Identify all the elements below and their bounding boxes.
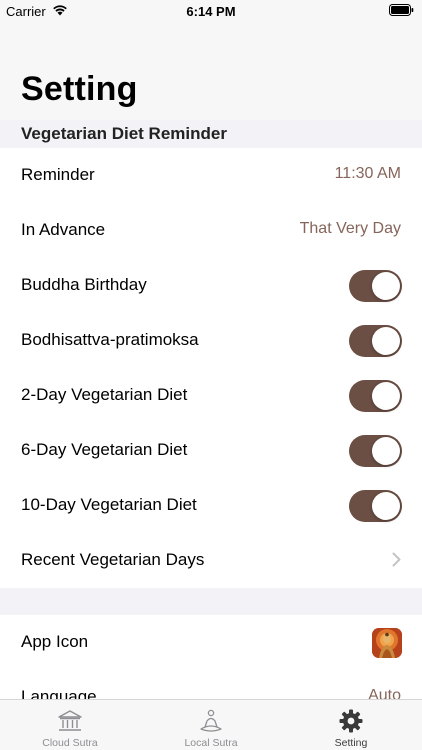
section-header: Vegetarian Diet Reminder [0,120,422,148]
meditation-icon [200,709,222,732]
bodhisattva-label: Bodhisattva-pratimoksa [21,330,199,349]
in-advance-row[interactable]: In Advance That Very Day [0,203,422,258]
tab-local-sutra-label: Local Sutra [184,737,238,749]
language-value: Auto [368,687,401,699]
six-day-diet-row: 6-Day Vegetarian Diet [0,423,422,478]
six-day-diet-toggle[interactable] [349,435,402,467]
language-row[interactable]: Language Auto [0,670,422,699]
tab-setting-label: Setting [334,737,368,749]
clock-label: 6:14 PM [186,4,236,19]
tab-bar: Cloud Sutra Local Sutra Setting [0,699,422,750]
tab-local-sutra[interactable]: Local Sutra [141,700,281,750]
chevron-right-icon [392,552,401,567]
app-icon-label: App Icon [21,632,89,651]
two-day-diet-row: 2-Day Vegetarian Diet [0,368,422,423]
reminder-group: Reminder 11:30 AM In Advance That Very D… [0,148,422,588]
toggle-knob [372,492,400,520]
reminder-row[interactable]: Reminder 11:30 AM [0,148,422,203]
two-day-diet-toggle[interactable] [349,380,402,412]
reminder-label: Reminder [21,165,95,184]
buddha-birthday-row: Buddha Birthday [0,258,422,313]
bodhisattva-toggle[interactable] [349,325,402,357]
two-day-diet-label: 2-Day Vegetarian Diet [21,385,188,404]
navigation-bar: Setting [0,22,422,120]
tab-setting[interactable]: Setting [281,700,421,750]
in-advance-value: That Very Day [299,220,401,237]
battery-icon [389,4,414,16]
bodhisattva-row: Bodhisattva-pratimoksa [0,313,422,368]
recent-vegetarian-days-row[interactable]: Recent Vegetarian Days [0,533,422,588]
buddha-birthday-label: Buddha Birthday [21,275,147,294]
in-advance-label: In Advance [21,220,106,239]
toggle-knob [372,272,400,300]
section-header-label: Vegetarian Diet Reminder [21,124,227,143]
toggle-knob [372,327,400,355]
buddha-app-icon [372,628,402,658]
gear-icon [339,709,363,733]
app-group: App Icon Language Auto [0,615,422,699]
ten-day-diet-label: 10-Day Vegetarian Diet [21,495,197,514]
reminder-time-value: 11:30 AM [334,165,401,182]
six-day-diet-label: 6-Day Vegetarian Diet [21,440,188,459]
ten-day-diet-row: 10-Day Vegetarian Diet [0,478,422,533]
buddha-birthday-toggle[interactable] [349,270,402,302]
page-title: Setting [21,70,138,108]
toggle-knob [372,437,400,465]
status-bar: Carrier 6:14 PM [0,0,422,22]
recent-vegetarian-days-label: Recent Vegetarian Days [21,550,205,569]
app-icon-row[interactable]: App Icon [0,615,422,670]
ten-day-diet-toggle[interactable] [349,490,402,522]
language-label: Language [21,687,97,699]
temple-icon [58,710,82,731]
toggle-knob [372,382,400,410]
tab-cloud-sutra[interactable]: Cloud Sutra [0,700,140,750]
tab-cloud-sutra-label: Cloud Sutra [42,737,98,749]
